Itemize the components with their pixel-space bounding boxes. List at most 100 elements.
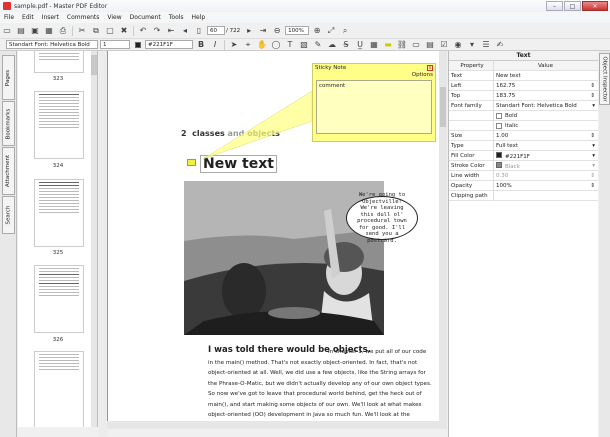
stamp-icon[interactable]: ▦ <box>368 39 380 50</box>
first-page-icon[interactable]: ⇤ <box>165 25 177 36</box>
save-as-icon[interactable]: ▦ <box>43 25 55 36</box>
vertical-scrollbar[interactable] <box>439 51 447 429</box>
text-field-icon[interactable]: ▤ <box>424 39 436 50</box>
prev-page-icon[interactable]: ◂ <box>179 25 191 36</box>
select-tool-icon[interactable]: ➤ <box>228 39 240 50</box>
cut-icon[interactable]: ✂ <box>76 25 88 36</box>
prop-linewidth-input[interactable]: 0.30 ⇕ <box>494 173 598 179</box>
print-icon[interactable]: ⎙ <box>57 25 69 36</box>
page-thumbnail[interactable] <box>34 91 84 159</box>
zoom-in-icon[interactable]: ⊕ <box>311 25 323 36</box>
font-size-select[interactable]: 1 <box>100 40 130 49</box>
comment-tool-icon[interactable]: ☁ <box>326 39 338 50</box>
document-icon[interactable]: ▯ <box>193 25 205 36</box>
tab-object-inspector[interactable]: Object Inspector <box>599 53 610 105</box>
prop-italic-checkbox[interactable]: Italic <box>494 122 598 129</box>
prop-font-select[interactable]: Standart Font: Helvetica Bold ▾ <box>494 103 598 109</box>
zoom-select[interactable]: 100% <box>285 26 310 35</box>
maximize-button[interactable]: □ <box>564 1 581 11</box>
page-thumbnail[interactable] <box>34 265 84 333</box>
sticky-note-content[interactable]: comment <box>316 80 432 134</box>
page-thumbnail[interactable] <box>34 351 84 427</box>
delete-icon[interactable]: ✖ <box>118 25 130 36</box>
tab-search[interactable]: Search <box>2 196 15 234</box>
menu-comments[interactable]: Comments <box>63 14 104 21</box>
list-field-icon[interactable]: ☰ <box>480 39 492 50</box>
text-tool-icon[interactable]: T <box>284 39 296 50</box>
menu-tools[interactable]: Tools <box>165 14 188 21</box>
prop-bold-checkbox[interactable]: Bold <box>494 112 598 119</box>
italic-icon[interactable]: I <box>209 39 221 50</box>
signature-field-icon[interactable]: ✍ <box>494 39 506 50</box>
next-page-icon[interactable]: ▸ <box>243 25 255 36</box>
menu-edit[interactable]: Edit <box>18 14 38 21</box>
prop-size-input[interactable]: 1.00 ⇕ <box>494 133 598 139</box>
page-thumbnail[interactable] <box>34 51 84 73</box>
close-button[interactable]: ✕ <box>582 1 608 11</box>
hand-tool-icon[interactable]: ✋ <box>256 39 268 50</box>
fit-page-icon[interactable]: ⤢ <box>325 25 337 36</box>
chevron-down-icon[interactable]: ▾ <box>592 103 595 109</box>
text-color-select[interactable]: #221F1F <box>145 40 193 49</box>
page-number-input[interactable]: 60 <box>207 26 225 35</box>
prop-type-select[interactable]: Full text ▾ <box>494 143 598 149</box>
spin-icon[interactable]: ⇕ <box>590 183 595 189</box>
page-thumbnail[interactable] <box>34 179 84 247</box>
image-tool-icon[interactable]: ▧ <box>298 39 310 50</box>
spin-icon[interactable]: ⇕ <box>590 173 595 179</box>
color-swatch[interactable] <box>135 41 141 48</box>
link-icon[interactable]: ⛓ <box>396 39 408 50</box>
open-folder-icon[interactable]: ▤ <box>15 25 27 36</box>
tab-attachment[interactable]: Attachment <box>2 147 15 195</box>
button-field-icon[interactable]: ▭ <box>410 39 422 50</box>
document-page[interactable]: 2 classes and objects New text We're goi… <box>107 51 439 421</box>
sticky-note-options[interactable]: Options <box>313 72 435 78</box>
prop-top-input[interactable]: 183.75 ⇕ <box>494 93 598 99</box>
prop-opacity-input[interactable]: 100% ⇕ <box>494 183 598 189</box>
underline-icon[interactable]: U̲ <box>354 39 366 50</box>
menu-help[interactable]: Help <box>188 14 210 21</box>
checkbox-icon[interactable] <box>496 112 502 119</box>
spin-icon[interactable]: ⇕ <box>590 93 595 99</box>
edit-tool-icon[interactable]: ⌖ <box>242 39 254 50</box>
note-tool-icon[interactable]: ✎ <box>312 39 324 50</box>
redo-icon[interactable]: ↷ <box>151 25 163 36</box>
spin-icon[interactable]: ⇕ <box>590 133 595 139</box>
chevron-down-icon[interactable]: ▾ <box>592 143 595 149</box>
search-icon[interactable]: ⌕ <box>339 25 351 36</box>
prop-text-input[interactable]: New text <box>494 73 598 79</box>
checkbox-icon[interactable] <box>496 122 502 129</box>
tab-pages[interactable]: Pages <box>2 55 15 100</box>
strikeout-icon[interactable]: S̶ <box>340 39 352 50</box>
chevron-down-icon[interactable]: ▾ <box>592 153 595 159</box>
last-page-icon[interactable]: ⇥ <box>257 25 269 36</box>
copy-icon[interactable]: ⧉ <box>90 25 102 36</box>
thumbnails-scrollbar[interactable] <box>91 51 97 427</box>
font-family-select[interactable]: Standart Font: Helvetica Bold <box>6 40 98 49</box>
new-file-icon[interactable]: ▭ <box>1 25 13 36</box>
prop-stroke-select[interactable]: Black ▾ <box>494 161 598 170</box>
zoom-out-icon[interactable]: ⊖ <box>271 25 283 36</box>
minimize-button[interactable]: – <box>546 1 563 11</box>
menu-file[interactable]: File <box>0 14 18 21</box>
highlight-icon[interactable]: ▬ <box>382 39 394 50</box>
save-icon[interactable]: ▣ <box>29 25 41 36</box>
spin-icon[interactable]: ⇕ <box>590 83 595 89</box>
paste-icon[interactable]: ▢ <box>104 25 116 36</box>
menu-document[interactable]: Document <box>126 14 165 21</box>
panel-splitter[interactable] <box>99 51 107 437</box>
bold-icon[interactable]: B <box>195 39 207 50</box>
prop-left-input[interactable]: 162.75 ⇕ <box>494 83 598 89</box>
menu-insert[interactable]: Insert <box>38 14 63 21</box>
tab-bookmarks[interactable]: Bookmarks <box>2 101 15 146</box>
shape-tool-icon[interactable]: ◯ <box>270 39 282 50</box>
combo-field-icon[interactable]: ▾ <box>466 39 478 50</box>
sticky-note-close-icon[interactable]: x <box>427 65 433 71</box>
horizontal-scrollbar[interactable] <box>107 421 439 429</box>
chevron-down-icon[interactable]: ▾ <box>592 163 595 169</box>
sticky-note-popup[interactable]: Sticky Note x Options comment <box>312 63 436 142</box>
undo-icon[interactable]: ↶ <box>137 25 149 36</box>
radio-field-icon[interactable]: ◉ <box>452 39 464 50</box>
menu-view[interactable]: View <box>103 14 125 21</box>
prop-fill-select[interactable]: #221F1F ▾ <box>494 151 598 160</box>
